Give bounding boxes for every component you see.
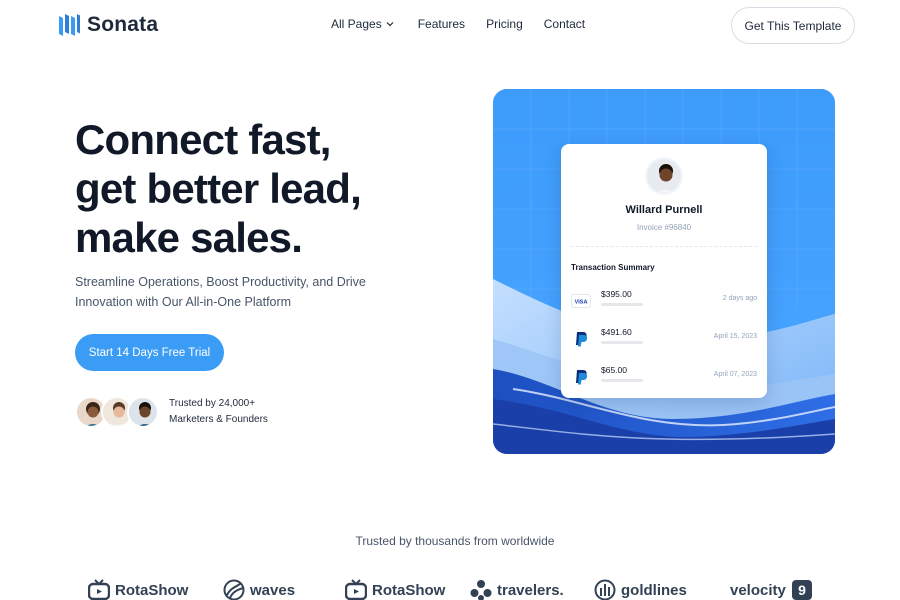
headline-line-1: Connect fast, xyxy=(75,116,331,163)
nav-pricing[interactable]: Pricing xyxy=(486,17,523,31)
get-template-button[interactable]: Get This Template xyxy=(731,7,855,44)
headline-line-2: get better lead, xyxy=(75,165,362,212)
brand-logo-goldlines: goldlines xyxy=(594,579,687,600)
brand-name: RotaShow xyxy=(115,581,189,599)
paypal-icon xyxy=(576,370,588,385)
transaction-row[interactable]: $65.00 April 07, 2023 xyxy=(571,365,757,391)
transaction-summary-title: Transaction Summary xyxy=(571,263,655,272)
nav-contact[interactable]: Contact xyxy=(544,17,585,31)
bars-icon xyxy=(594,579,616,600)
avatar xyxy=(645,157,683,195)
number-badge-icon: 9 xyxy=(791,580,812,600)
transaction-amount: $65.00 xyxy=(601,365,627,375)
avatar xyxy=(127,396,159,428)
paypal-icon xyxy=(576,332,588,347)
nav-features[interactable]: Features xyxy=(418,17,465,31)
brand-logo-rotashow-2: RotaShow xyxy=(345,579,445,600)
sonata-logo-icon xyxy=(59,14,80,36)
start-trial-button[interactable]: Start 14 Days Free Trial xyxy=(75,334,224,371)
trust-block: Trusted by 24,000+ Marketers & Founders xyxy=(75,396,268,428)
nav-pricing-label: Pricing xyxy=(486,17,523,31)
nav-all-pages[interactable]: All Pages xyxy=(331,17,394,31)
avatar-stack xyxy=(75,396,159,428)
visa-text: VISA xyxy=(575,300,588,306)
transaction-bar xyxy=(601,303,643,306)
tv-icon xyxy=(88,579,110,600)
customer-name: Willard Purnell xyxy=(625,204,703,216)
tv-icon xyxy=(345,579,367,600)
subtext-line-1: Streamline Operations, Boost Productivit… xyxy=(75,275,366,289)
transaction-bar xyxy=(601,379,643,382)
brand-logo-velocity: velocity 9 xyxy=(730,579,813,600)
hero-subtext: Streamline Operations, Boost Productivit… xyxy=(75,272,405,312)
transaction-amount: $491.60 xyxy=(601,327,632,337)
nav-all-pages-label: All Pages xyxy=(331,17,382,31)
trusted-title: Trusted by thousands from worldwide xyxy=(355,534,555,548)
brand-name: velocity xyxy=(730,581,786,599)
transaction-date: April 07, 2023 xyxy=(713,371,757,378)
nav-contact-label: Contact xyxy=(543,17,586,31)
brand-logo-waves: waves xyxy=(223,579,295,600)
trust-line-2: Marketers & Founders xyxy=(169,414,268,425)
transaction-date: 2 days ago xyxy=(722,295,757,302)
invoice-number: Invoice #96840 xyxy=(636,223,692,232)
nav-features-label: Features xyxy=(417,17,466,31)
brand-logos: RotaShow waves RotaShow travelers. goldl… xyxy=(0,579,900,600)
transaction-bar xyxy=(601,341,643,344)
headline-line-3: make sales. xyxy=(75,214,303,261)
globe-icon xyxy=(223,579,245,600)
brand-name: RotaShow xyxy=(372,581,446,599)
card-divider xyxy=(571,246,757,247)
transaction-row[interactable]: VISA $395.00 2 days ago xyxy=(571,289,757,315)
brand-name: Sonata xyxy=(87,13,159,36)
brand-name: travelers. xyxy=(497,581,564,599)
hero-headline: Connect fast, get better lead, make sale… xyxy=(75,115,455,262)
nav-links: All Pages Features Pricing Contact xyxy=(331,17,585,31)
trust-text: Trusted by 24,000+ Marketers & Founders xyxy=(169,396,268,428)
transaction-date: April 15, 2023 xyxy=(713,333,757,340)
badge-number: 9 xyxy=(798,582,806,598)
chevron-down-icon xyxy=(386,22,394,27)
brand-name: waves xyxy=(250,581,296,599)
subtext-line-2: Innovation with Our All-in-One Platform xyxy=(75,295,292,309)
top-nav: Sonata All Pages Features Pricing Contac… xyxy=(0,0,900,50)
visa-icon: VISA xyxy=(571,294,591,308)
brand-logo-travelers: travelers. xyxy=(470,579,564,600)
transaction-amount: $395.00 xyxy=(601,289,632,299)
transaction-row[interactable]: $491.60 April 15, 2023 xyxy=(571,327,757,353)
brand-logo[interactable]: Sonata xyxy=(57,12,158,38)
brand-name: goldlines xyxy=(621,581,687,599)
trust-line-1: Trusted by 24,000+ xyxy=(169,398,256,409)
invoice-card: Willard Purnell Invoice #96840 Transacti… xyxy=(561,144,767,398)
brand-logo-rotashow: RotaShow xyxy=(88,579,188,600)
flower-icon xyxy=(470,580,492,600)
